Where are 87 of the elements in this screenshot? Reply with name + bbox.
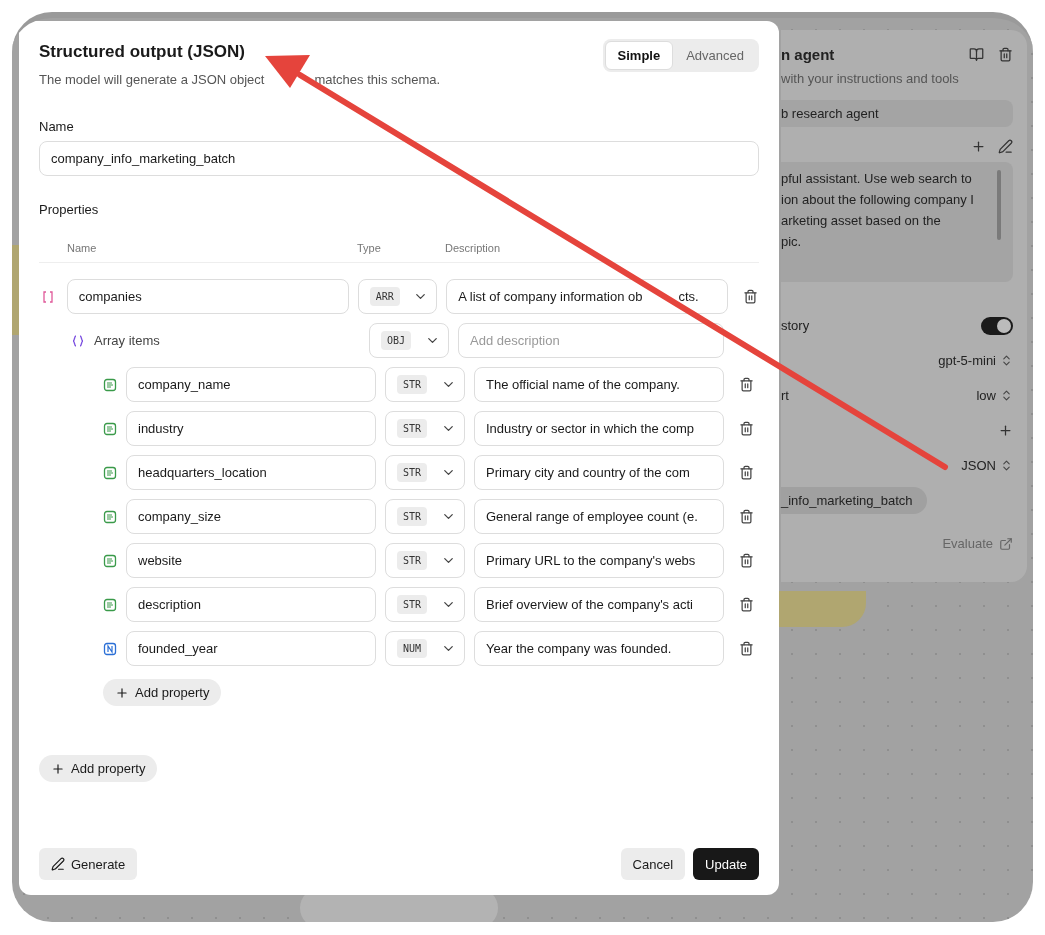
dialog-title: Structured output (JSON) xyxy=(39,42,246,62)
add-property-button[interactable]: Add property xyxy=(103,679,222,706)
property-description-field[interactable]: Brief overview of the company's acti xyxy=(474,587,724,622)
type-select[interactable]: ARR xyxy=(357,279,438,314)
plus-icon xyxy=(115,685,129,700)
property-description-field[interactable]: Primary URL to the company's webs xyxy=(474,543,724,578)
delete-button[interactable] xyxy=(739,597,755,612)
type-select[interactable]: STR xyxy=(385,543,465,578)
instructions-text: pful assistant. Use web search to xyxy=(781,170,973,188)
property-name-field[interactable]: website xyxy=(126,543,376,578)
panel-title: n agent xyxy=(781,46,835,63)
delete-button[interactable] xyxy=(739,553,755,568)
property-name-field[interactable]: description xyxy=(126,587,376,622)
property-name-field[interactable]: founded_year xyxy=(126,631,376,666)
text-icon xyxy=(103,597,117,612)
number-icon xyxy=(103,641,117,656)
type-select[interactable]: STR xyxy=(385,411,465,446)
mode-tab[interactable]: Simple xyxy=(604,41,674,70)
plus-icon xyxy=(51,761,65,776)
type-select[interactable]: OBJ xyxy=(369,323,449,358)
up-down-icon xyxy=(1000,354,1013,367)
add-icon[interactable] xyxy=(971,139,986,154)
name-label: Name xyxy=(39,119,74,134)
properties-label: Properties xyxy=(39,202,99,217)
braces-icon xyxy=(71,333,85,348)
setting-select[interactable]: gpt-5-mini xyxy=(938,353,1013,368)
column-header: Description xyxy=(445,242,502,254)
type-select[interactable]: STR xyxy=(385,367,465,402)
dialog-subtitle: matches this schema. xyxy=(314,72,441,87)
property-description-field[interactable]: Year the company was founded. xyxy=(474,631,724,666)
schema-chip[interactable]: _info_marketing_batch xyxy=(781,487,927,514)
brackets-icon xyxy=(41,289,56,304)
setting-label: rt xyxy=(781,388,789,403)
book-icon[interactable] xyxy=(969,47,984,62)
mode-tab[interactable]: Advanced xyxy=(673,41,757,70)
setting-select[interactable]: low xyxy=(976,388,1013,403)
add-icon[interactable] xyxy=(998,423,1013,438)
column-header: Name xyxy=(67,242,98,254)
name-field[interactable]: company_info_marketing_batch xyxy=(39,141,759,176)
property-description-field[interactable]: General range of employee count (e. xyxy=(474,499,724,534)
name-field[interactable]: b research agent xyxy=(781,100,1013,127)
setting-label: story xyxy=(781,318,810,333)
property-name-field[interactable]: companies xyxy=(66,279,349,314)
array-items-label: Array items xyxy=(94,333,161,348)
setting-select[interactable]: JSON xyxy=(961,458,1013,473)
generate-button[interactable]: Generate xyxy=(39,848,138,880)
type-select[interactable]: NUM xyxy=(385,631,465,666)
delete-button[interactable] xyxy=(739,465,755,480)
dialog-subtitle: The model will generate a JSON object xyxy=(39,72,265,87)
delete-button[interactable] xyxy=(739,509,755,524)
text-icon xyxy=(103,465,117,480)
text-icon xyxy=(103,553,117,568)
property-name-field[interactable]: industry xyxy=(126,411,376,446)
panel-subtitle: with your instructions and tools xyxy=(781,71,960,86)
update-button[interactable]: Update xyxy=(693,848,759,880)
property-description-field[interactable]: Industry or sector in which the comp xyxy=(474,411,724,446)
property-name-field[interactable]: company_size xyxy=(126,499,376,534)
up-down-icon xyxy=(1000,389,1013,402)
property-description-field[interactable]: The official name of the company. xyxy=(474,367,724,402)
type-select[interactable]: STR xyxy=(385,499,465,534)
delete-button[interactable] xyxy=(739,377,755,392)
delete-button[interactable] xyxy=(739,421,755,436)
text-icon xyxy=(103,509,117,524)
toggle-switch[interactable] xyxy=(981,316,1013,335)
text-icon xyxy=(103,377,117,392)
pen-icon[interactable] xyxy=(998,139,1013,154)
add-property-button[interactable]: Add property xyxy=(39,755,158,782)
property-name-field[interactable]: company_name xyxy=(126,367,376,402)
external-link-icon xyxy=(999,536,1013,551)
type-select[interactable]: STR xyxy=(385,587,465,622)
instructions-text: arketing asset based on the xyxy=(781,212,942,230)
up-down-icon xyxy=(1000,459,1013,472)
property-description-field[interactable]: A list of company information ob cts. xyxy=(446,279,729,314)
cancel-button[interactable]: Cancel xyxy=(620,848,686,880)
column-header: Type xyxy=(357,242,382,254)
scrollbar xyxy=(997,170,1001,240)
type-select[interactable]: STR xyxy=(385,455,465,490)
text-icon xyxy=(103,421,117,436)
instructions-field[interactable]: pful assistant. Use web search to ion about the following company I arketing asset based on the pic. xyxy=(781,162,1013,282)
property-name-field[interactable]: headquarters_location xyxy=(126,455,376,490)
pen-icon xyxy=(51,857,65,871)
delete-icon[interactable] xyxy=(998,47,1013,62)
instructions-text: pic. xyxy=(781,233,803,251)
property-description-field[interactable]: Primary city and country of the com xyxy=(474,455,724,490)
delete-button[interactable] xyxy=(739,641,755,656)
instructions-text: ion about the following company I xyxy=(781,191,975,209)
delete-button[interactable] xyxy=(743,289,759,304)
